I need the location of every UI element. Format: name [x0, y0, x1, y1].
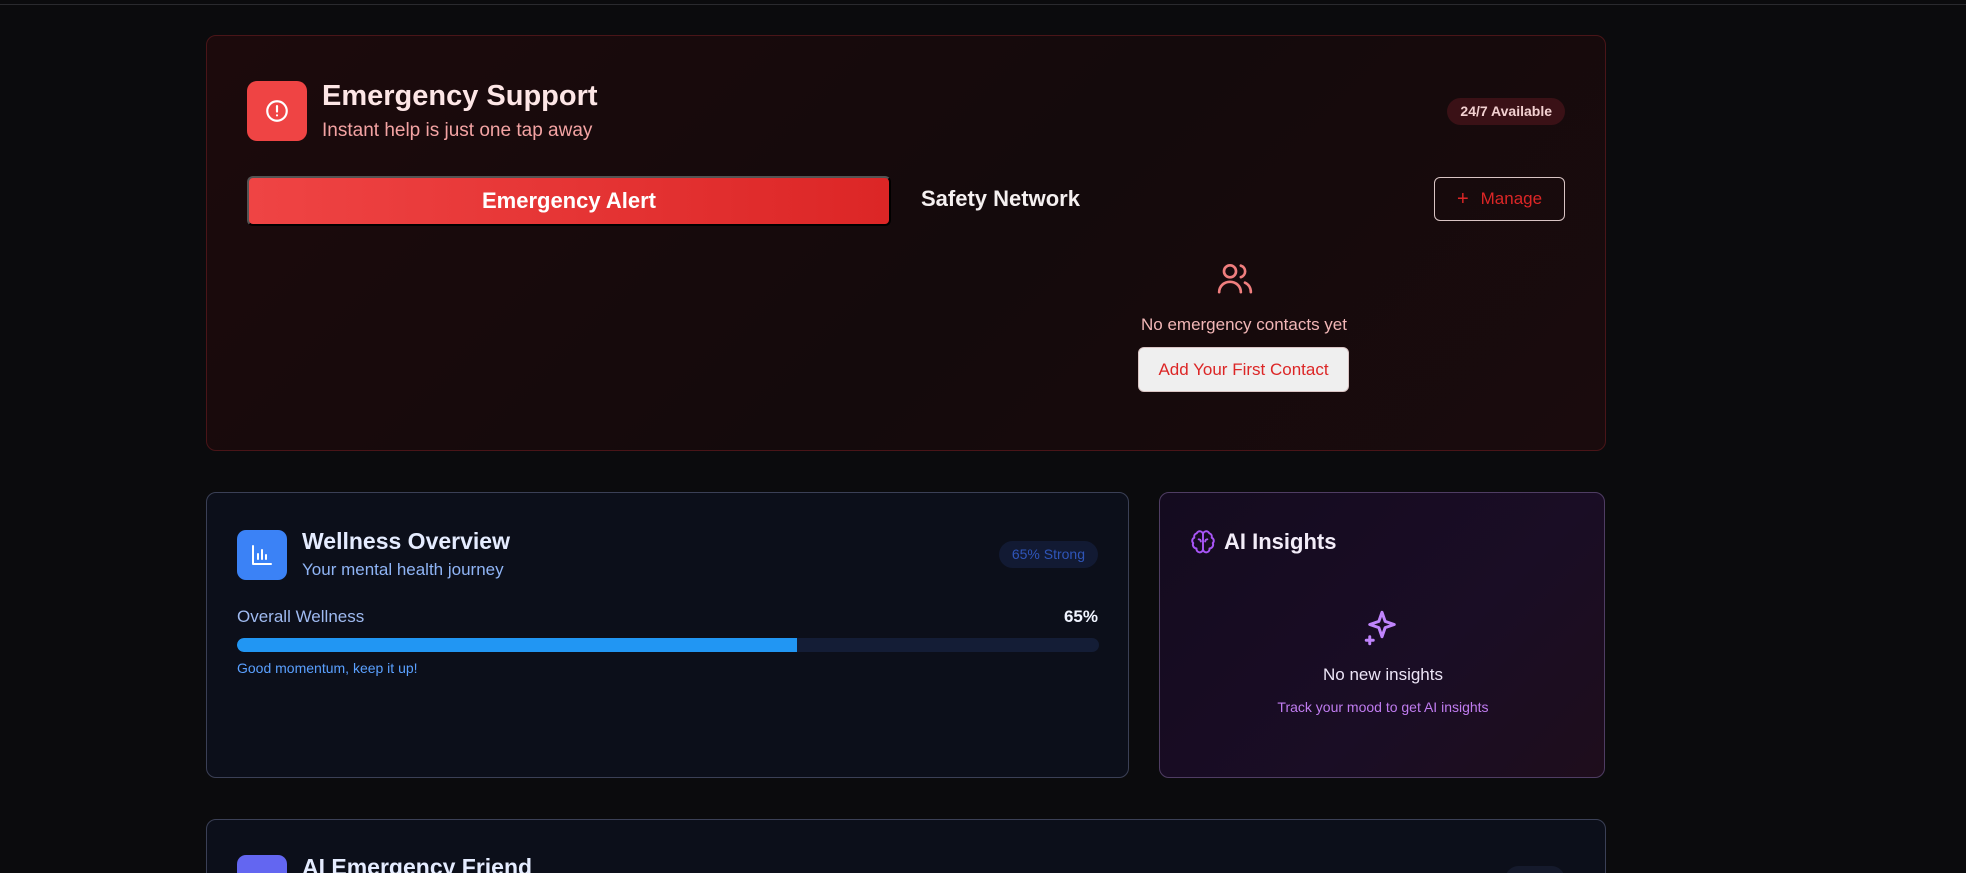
safety-network-title: Safety Network	[921, 186, 1080, 211]
alert-circle-icon	[247, 81, 307, 141]
users-icon	[1215, 258, 1255, 303]
add-first-contact-button[interactable]: Add Your First Contact	[1138, 347, 1349, 392]
no-insights-text: No new insights	[1322, 665, 1443, 684]
sparkles-icon	[1361, 607, 1403, 654]
manage-contacts-button[interactable]: + Manage	[1434, 177, 1565, 221]
manage-label: Manage	[1480, 189, 1543, 208]
ai-emergency-friend-card: AI Emergency Friend	[206, 819, 1606, 873]
wellness-progress-bar	[237, 638, 1099, 652]
availability-badge: 24/7 Available	[1447, 98, 1565, 125]
emergency-alert-button[interactable]: Emergency Alert	[247, 176, 891, 226]
ai-emergency-friend-title: AI Emergency Friend	[302, 854, 533, 873]
emergency-title: Emergency Support	[322, 80, 598, 112]
insights-hint-text: Track your mood to get AI insights	[1277, 699, 1489, 715]
bar-chart-icon	[237, 530, 287, 580]
top-divider	[0, 4, 1966, 5]
wellness-progress-fill	[237, 638, 798, 652]
brain-icon	[1190, 529, 1216, 560]
wellness-strength-badge: 65% Strong	[998, 541, 1098, 568]
wellness-subtitle: Your mental health journey	[302, 560, 504, 579]
plus-icon: +	[1456, 188, 1469, 210]
emergency-subtitle: Instant help is just one tap away	[322, 120, 593, 141]
bot-icon	[237, 855, 287, 873]
overall-wellness-label: Overall Wellness	[237, 607, 365, 626]
empty-contacts-text: No emergency contacts yet	[1141, 315, 1347, 334]
emergency-support-card: Emergency Support Instant help is just o…	[206, 35, 1606, 451]
ai-insights-title: AI Insights	[1224, 529, 1337, 554]
friend-status-badge	[1505, 866, 1565, 873]
wellness-overview-card: Wellness Overview Your mental health jou…	[206, 492, 1129, 778]
wellness-note: Good momentum, keep it up!	[237, 660, 418, 676]
overall-wellness-value: 65%	[1063, 607, 1098, 626]
ai-insights-card: AI Insights No new insights Track your m…	[1159, 492, 1605, 778]
wellness-title: Wellness Overview	[302, 528, 510, 554]
